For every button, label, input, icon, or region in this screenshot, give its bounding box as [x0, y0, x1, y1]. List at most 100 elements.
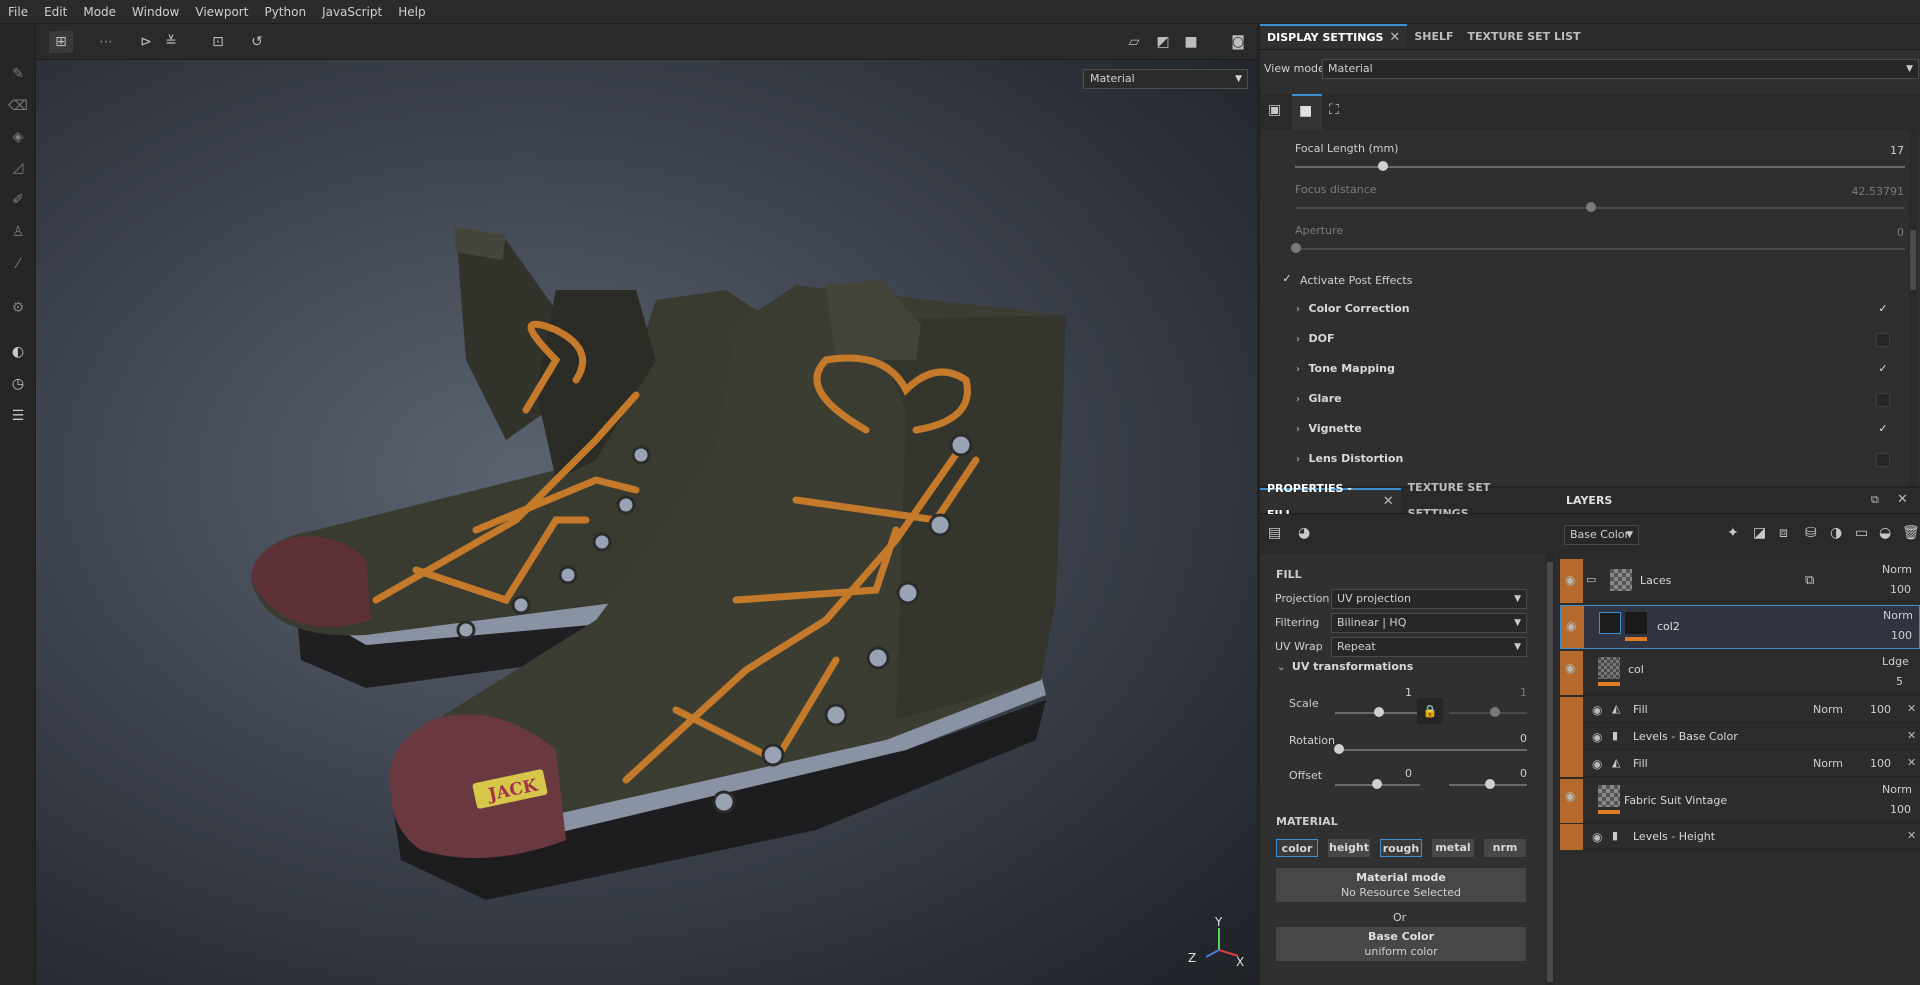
layer-opacity[interactable]: 100 [1891, 629, 1912, 642]
channel-color-button[interactable]: color [1276, 839, 1318, 857]
offset-value-1[interactable]: 0 [1400, 767, 1412, 780]
layer-row[interactable]: ◉ col Ldge 5 [1560, 651, 1920, 695]
display-scrollbar-thumb[interactable] [1910, 230, 1916, 290]
offset-knob-2[interactable] [1485, 779, 1495, 789]
focal-length-knob[interactable] [1378, 161, 1388, 171]
blend-mode[interactable]: Norm [1813, 757, 1843, 770]
effect-tone-mapping[interactable]: › Tone Mapping [1296, 362, 1395, 375]
clone-stamp-icon[interactable]: ♙ [8, 222, 28, 242]
eraser-icon[interactable]: ⌫ [8, 96, 28, 116]
delete-icon[interactable]: 🗑 [1902, 525, 1920, 541]
menu-javascript[interactable]: JavaScript [314, 0, 390, 24]
smudge-icon[interactable]: ✐ [8, 190, 28, 210]
eye-icon[interactable]: ◉ [1565, 661, 1575, 675]
effect-dof[interactable]: › DOF [1296, 332, 1335, 345]
eye-icon[interactable]: ◉ [1566, 619, 1576, 633]
eye-icon[interactable]: ◉ [1592, 757, 1602, 771]
add-layer-icon[interactable]: ⧈ [1779, 525, 1788, 541]
add-fill-layer-icon[interactable]: ⛁ [1805, 525, 1817, 541]
eye-icon[interactable]: ◉ [1565, 789, 1575, 803]
focal-length-value[interactable]: 17 [1880, 144, 1904, 157]
scale-value-2[interactable]: 1 [1515, 686, 1527, 699]
effect-row[interactable]: ◉ ◭ Fill Norm 100 ✕ [1583, 697, 1920, 723]
eye-icon[interactable]: ◉ [1592, 830, 1602, 844]
effect-row[interactable]: ◉ ▮ Levels - Base Color ✕ [1583, 724, 1920, 750]
color-picker-icon[interactable]: ⁄ [8, 254, 28, 274]
tab-texture-set-list[interactable]: TEXTURE SET LIST [1461, 24, 1588, 49]
eye-icon[interactable]: ◉ [1592, 730, 1602, 744]
effect-glare[interactable]: › Glare [1296, 392, 1342, 405]
aperture-value[interactable]: 0 [1880, 226, 1904, 239]
screenshot-icon[interactable]: ◙ [1226, 31, 1250, 53]
effect-opacity[interactable]: 100 [1870, 757, 1891, 770]
projection-select[interactable]: UV projection ▼ [1331, 589, 1527, 609]
image-icon[interactable]: ▣ [1268, 102, 1286, 120]
effect-color-correction-checkbox[interactable]: ✓ [1876, 303, 1890, 317]
reset-view-icon[interactable]: ↺ [245, 31, 269, 53]
tab-properties-fill[interactable]: PROPERTIES - FILL ✕ [1260, 482, 1401, 521]
remove-icon[interactable]: ✕ [1907, 829, 1916, 842]
layer-row[interactable]: ◉ col2 Norm 100 [1560, 605, 1920, 649]
channel-metal-button[interactable]: metal [1432, 839, 1474, 857]
layer-opacity[interactable]: 100 [1890, 803, 1911, 816]
add-mask-icon[interactable]: ◑ [1830, 525, 1842, 541]
effect-glare-checkbox[interactable] [1876, 393, 1890, 407]
offset-knob-1[interactable] [1372, 779, 1382, 789]
scale-value[interactable]: 1 [1400, 686, 1412, 699]
3d-viewport[interactable]: Material ▼ JACK Y Z X [36, 60, 1257, 985]
effect-row[interactable]: ◉ ◭ Fill Norm 100 ✕ [1583, 751, 1920, 777]
frame-icon[interactable]: ⛶ [1329, 102, 1347, 120]
eye-icon[interactable]: ◉ [1565, 573, 1575, 587]
scale-knob-2[interactable] [1490, 707, 1500, 717]
selection-tool-icon[interactable]: ⊞ [49, 31, 73, 53]
camera-settings-tab[interactable]: ■ [1292, 94, 1322, 130]
layer-opacity[interactable]: 5 [1896, 675, 1903, 688]
cube-view-icon[interactable]: ◩ [1151, 31, 1175, 53]
close-icon[interactable]: ✕ [1897, 492, 1908, 507]
add-frame-icon[interactable]: ⊡ [206, 31, 230, 53]
material-mode-button[interactable]: Material mode No Resource Selected [1276, 868, 1526, 902]
paint-brush-icon[interactable]: ✎ [8, 64, 28, 84]
tab-display-settings[interactable]: DISPLAY SETTINGS ✕ [1260, 24, 1408, 49]
maximize-icon[interactable]: ⧉ [1871, 493, 1879, 507]
offset-value-2[interactable]: 0 [1515, 767, 1527, 780]
fill-settings-icon[interactable]: ▤ [1268, 525, 1281, 541]
effect-dof-checkbox[interactable] [1876, 333, 1890, 347]
blend-mode[interactable]: Norm [1882, 783, 1912, 796]
close-icon[interactable]: ✕ [1383, 489, 1394, 515]
eye-icon[interactable]: ◉ [1592, 703, 1602, 717]
layer-row[interactable]: ◉ Fabric Suit Vintage Norm 100 [1560, 779, 1920, 823]
effect-tone-mapping-checkbox[interactable]: ✓ [1876, 363, 1890, 377]
rotation-knob[interactable] [1334, 744, 1344, 754]
scale-slider-2[interactable] [1449, 712, 1527, 714]
channel-height-button[interactable]: height [1328, 839, 1370, 857]
add-folder-icon[interactable]: ▭ [1855, 525, 1868, 541]
uvwrap-select[interactable]: Repeat ▼ [1331, 637, 1527, 657]
effect-row[interactable]: ◉ ▮ Levels - Height ✕ [1583, 824, 1920, 850]
remove-icon[interactable]: ✕ [1907, 702, 1916, 715]
settings-icon[interactable]: ⚙ [8, 298, 28, 318]
aperture-knob[interactable] [1291, 243, 1301, 253]
filtering-select[interactable]: Bilinear | HQ ▼ [1331, 613, 1527, 633]
environment-icon[interactable]: ◐ [8, 342, 28, 362]
view-mode-select[interactable]: Material ▼ [1322, 59, 1919, 79]
symmetry-icon[interactable]: ⊳ [134, 31, 158, 53]
polygon-fill-icon[interactable]: ◿ [8, 158, 28, 178]
blend-mode[interactable]: Norm [1883, 609, 1913, 622]
base-color-button[interactable]: Base Color uniform color [1276, 927, 1526, 961]
material-sphere-icon[interactable]: ◕ [1298, 525, 1310, 541]
effect-lens-distortion[interactable]: › Lens Distortion [1296, 452, 1403, 465]
focus-distance-knob[interactable] [1586, 202, 1596, 212]
focus-distance-slider[interactable] [1295, 207, 1905, 209]
effect-opacity[interactable]: 100 [1870, 703, 1891, 716]
menu-help[interactable]: Help [390, 0, 433, 24]
rotation-slider[interactable] [1335, 749, 1527, 751]
magic-wand-icon[interactable]: ✦ [1727, 525, 1739, 541]
uv-transformations-toggle[interactable]: ⌄ UV transformations [1277, 660, 1413, 673]
scale-knob[interactable] [1374, 707, 1384, 717]
menu-viewport[interactable]: Viewport [187, 0, 256, 24]
add-smart-material-icon[interactable]: ◪ [1753, 525, 1766, 541]
menu-edit[interactable]: Edit [36, 0, 75, 24]
history-icon[interactable]: ◷ [8, 374, 28, 394]
effect-lens-distortion-checkbox[interactable] [1876, 453, 1890, 467]
